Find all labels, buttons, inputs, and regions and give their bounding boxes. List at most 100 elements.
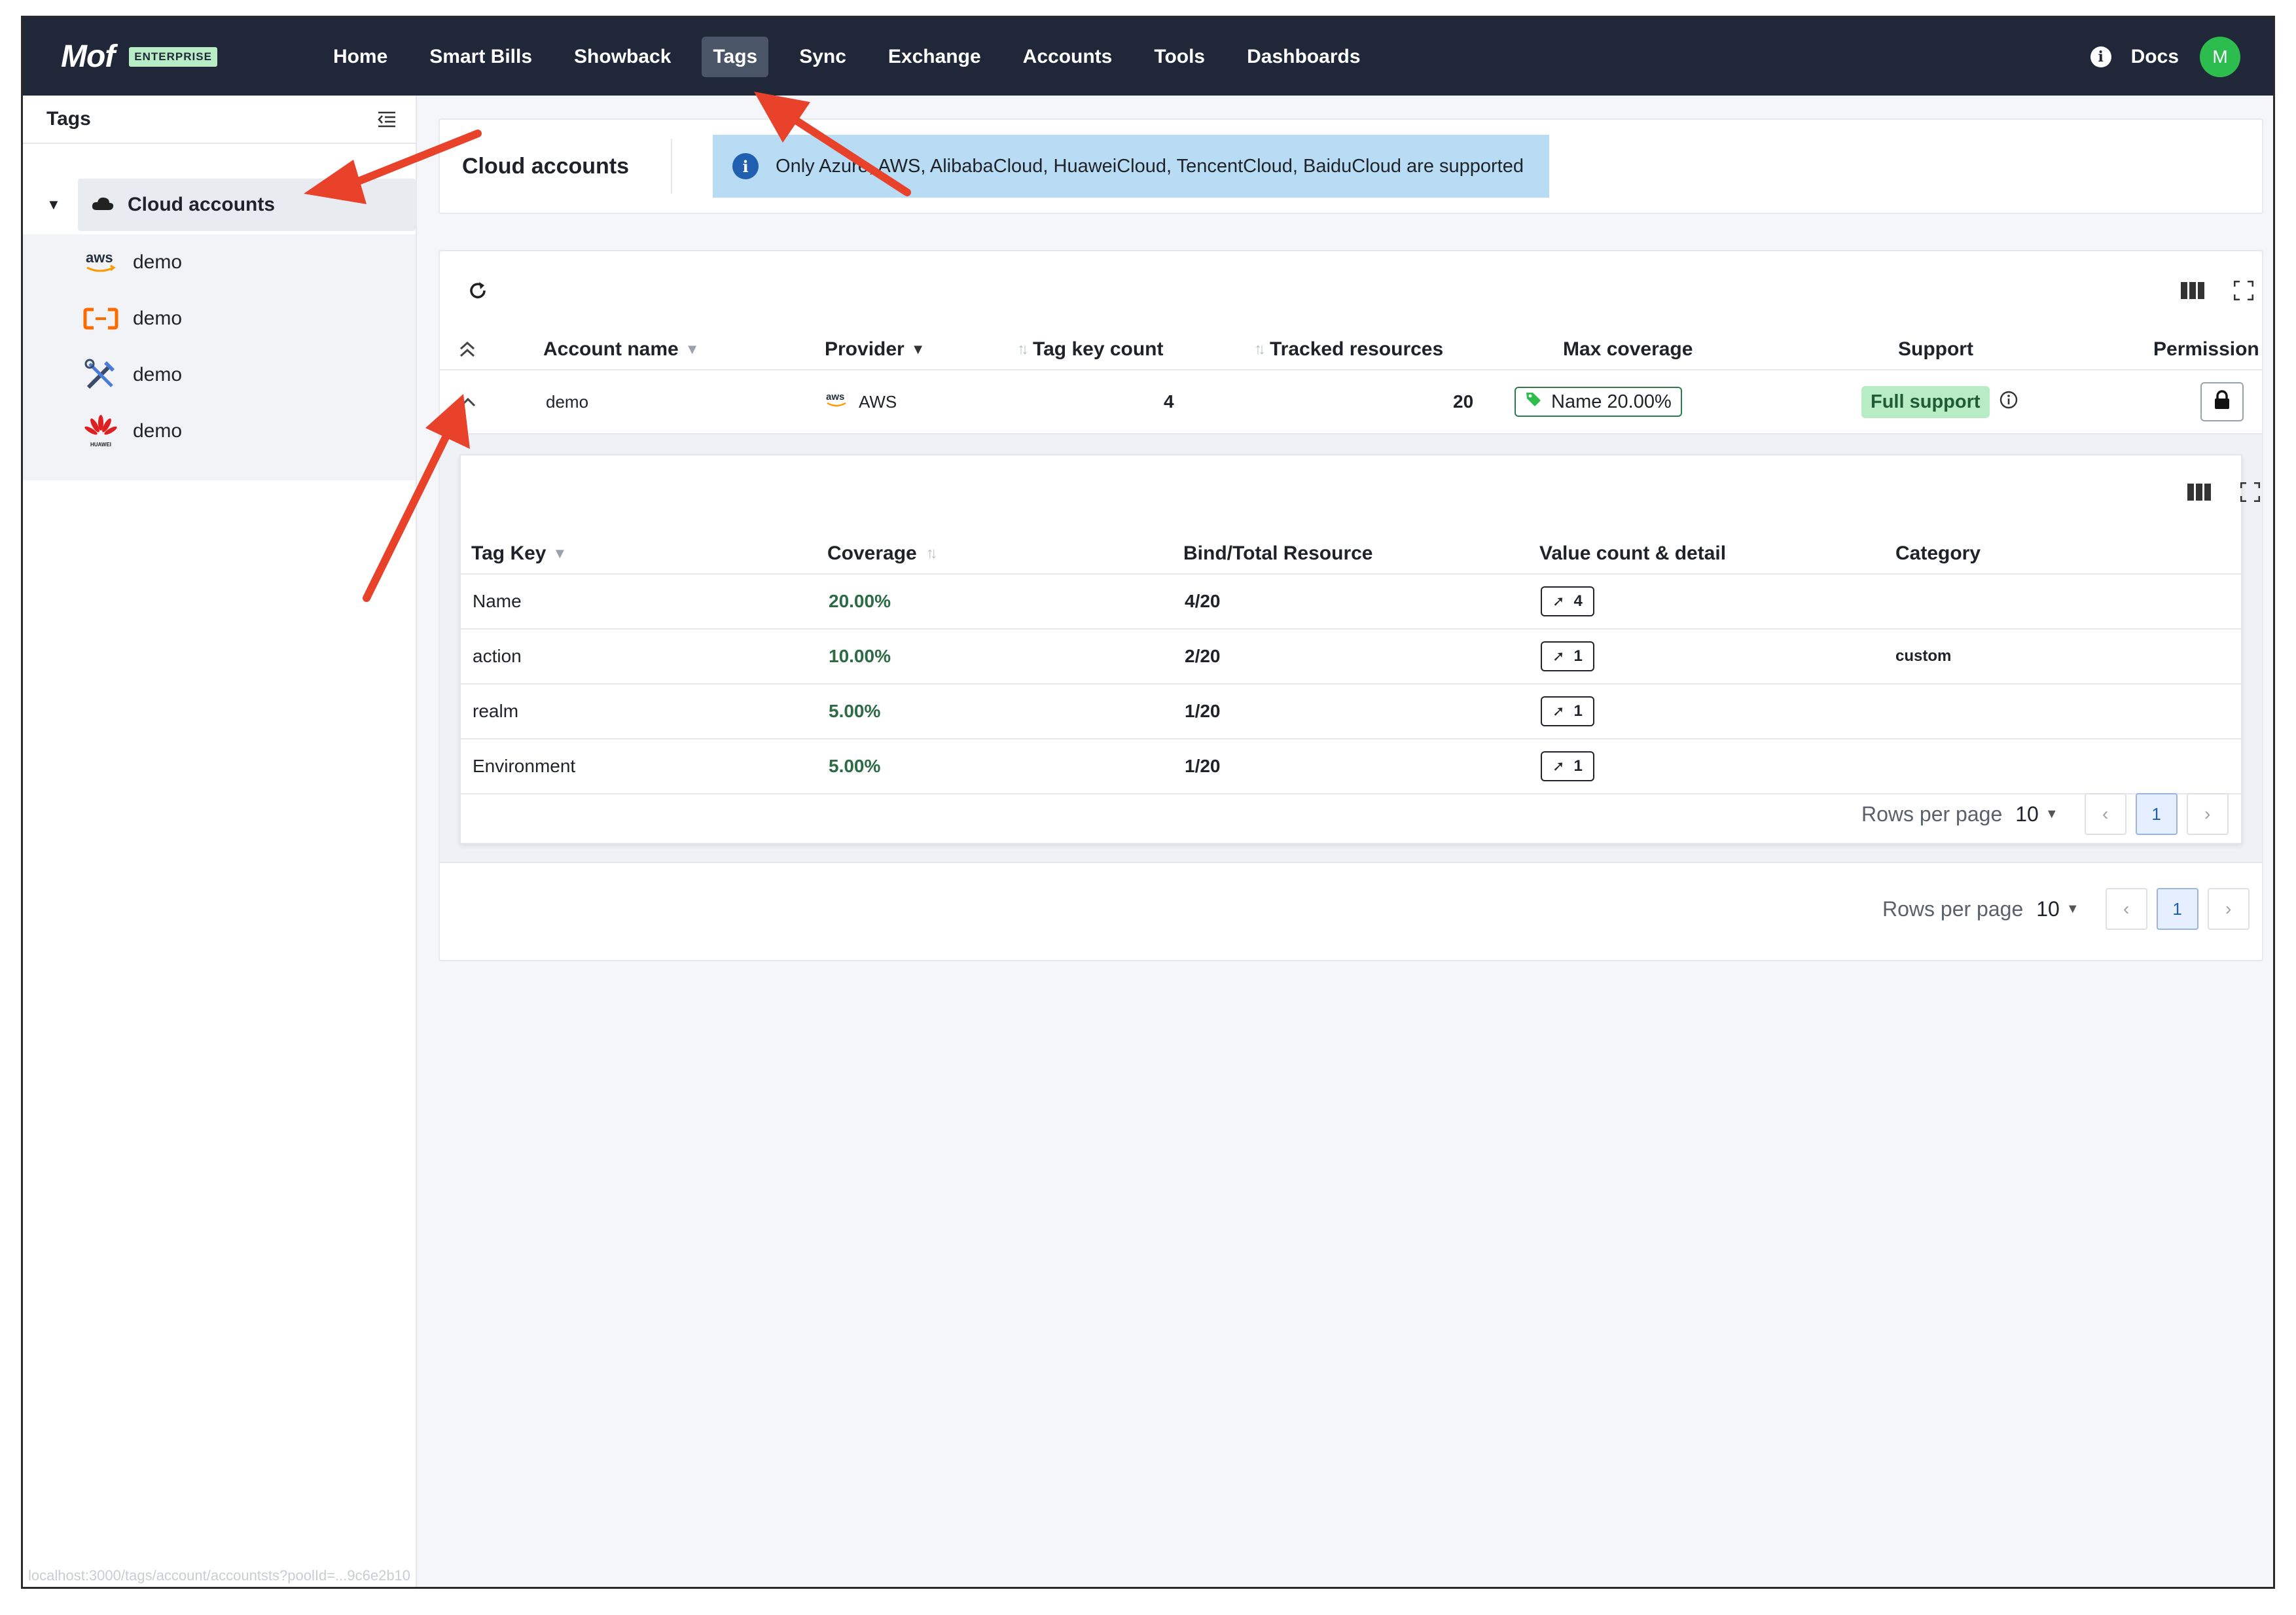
column-header-permission: Permission (2153, 330, 2259, 369)
columns-icon[interactable] (2185, 478, 2214, 506)
page-button-current[interactable]: 1 (2156, 888, 2198, 930)
category-cell: custom (1895, 647, 1952, 665)
sort-icon[interactable]: ↑↓ (1254, 340, 1266, 359)
caret-down-icon: ▼ (2066, 901, 2079, 916)
coverage-cell: 5.00% (829, 756, 881, 776)
column-header-tracked-resources[interactable]: ↑↓ Tracked resources (1254, 330, 1443, 369)
brand[interactable]: Mof ENTERPRISE (61, 39, 217, 75)
rows-per-page-select[interactable]: 10 ▼ (2036, 897, 2079, 921)
column-header-max-coverage: Max coverage (1563, 330, 1693, 369)
coverage-cell: 10.00% (829, 646, 891, 666)
info-outline-icon[interactable] (1999, 390, 2018, 414)
info-icon: i (732, 153, 759, 179)
tree-item-account[interactable]: demo (23, 291, 416, 347)
fullscreen-icon[interactable] (2229, 276, 2258, 305)
aws-logo-icon: aws (82, 243, 120, 281)
filter-icon[interactable]: ▼ (552, 545, 567, 562)
next-page-button[interactable]: › (2186, 793, 2229, 835)
fullscreen-icon[interactable] (2236, 478, 2265, 506)
nav-item-tags[interactable]: Tags (702, 36, 769, 77)
cloud-icon (91, 196, 115, 215)
column-label: Bind/Total Resource (1183, 542, 1373, 564)
next-page-button[interactable]: › (2207, 888, 2250, 930)
column-label: Tag key count (1033, 338, 1164, 360)
prev-page-button[interactable]: ‹ (2084, 793, 2126, 835)
value-count-button[interactable]: ➚ 1 (1541, 641, 1594, 671)
table-row[interactable]: action 10.00% 2/20 ➚ 1 custom (461, 630, 2241, 684)
tag-key-cell: Environment (473, 756, 576, 776)
accounts-table-footer: Rows per page 10 ▼ ‹ 1 › (440, 862, 2262, 963)
prev-page-button[interactable]: ‹ (2105, 888, 2147, 930)
column-header-provider[interactable]: Provider ▼ (825, 330, 925, 369)
bind-total-cell: 1/20 (1185, 701, 1221, 721)
column-header-account-name[interactable]: Account name ▼ (543, 330, 700, 369)
page-button-current[interactable]: 1 (2135, 793, 2178, 835)
nav-item-accounts[interactable]: Accounts (1012, 37, 1124, 77)
value-count-cell: ➚ 1 (1541, 739, 1594, 793)
table-row[interactable]: Name 20.00% 4/20 ➚ 4 (461, 575, 2241, 630)
value-count: 4 (1573, 592, 1583, 610)
nav-item-showback[interactable]: Showback (563, 37, 682, 77)
value-count-button[interactable]: ➚ 1 (1541, 696, 1594, 726)
value-count-button[interactable]: ➚ 4 (1541, 586, 1594, 616)
docs-link[interactable]: Docs (2131, 46, 2179, 68)
edition-badge: ENTERPRISE (129, 46, 217, 67)
filter-icon[interactable]: ▼ (685, 341, 700, 358)
nav-item-dashboards[interactable]: Dashboards (1236, 37, 1371, 77)
column-label: Support (1898, 338, 1973, 360)
collapse-sidebar-icon[interactable] (376, 109, 397, 130)
table-row[interactable]: Environment 5.00% 1/20 ➚ 1 (461, 739, 2241, 794)
column-header-value-count: Value count & detail (1539, 534, 1726, 573)
refresh-icon[interactable] (463, 276, 492, 305)
value-count-button[interactable]: ➚ 1 (1541, 751, 1594, 781)
nav-item-home[interactable]: Home (322, 37, 399, 77)
nav-item-exchange[interactable]: Exchange (877, 37, 992, 77)
nav-item-tools[interactable]: Tools (1143, 37, 1216, 77)
column-label: Account name (543, 338, 679, 360)
sidebar: Tags ▼ Cloud accounts aws demo demo demo… (23, 96, 417, 1587)
collapse-row-icon[interactable] (459, 370, 476, 433)
table-row[interactable]: realm 5.00% 1/20 ➚ 1 (461, 684, 2241, 739)
provider-cell: aws AWS (825, 370, 897, 433)
column-header-tag-key-count[interactable]: ↑↓ Tag key count (1017, 330, 1163, 369)
alibabacloud-logo-icon (82, 300, 120, 338)
sort-icon[interactable]: ↑↓ (926, 544, 938, 563)
max-coverage-chip[interactable]: Name 20.00% (1515, 387, 1682, 417)
tree-item-cloud-accounts[interactable]: ▼ Cloud accounts (46, 179, 416, 231)
page-header: Cloud accounts i Only Azure, AWS, Alibab… (439, 118, 2263, 214)
collapse-all-icon[interactable] (458, 330, 476, 369)
support-badge: Full support (1861, 385, 1990, 418)
tree-item-account[interactable]: aws demo (23, 234, 416, 291)
columns-icon[interactable] (2178, 276, 2207, 305)
account-label: demo (133, 308, 183, 329)
info-icon[interactable]: i (2090, 46, 2111, 67)
nav-item-smart-bills[interactable]: Smart Bills (418, 37, 543, 77)
cloud-accounts-node[interactable]: Cloud accounts (78, 179, 416, 231)
tree-item-account[interactable]: demo (23, 347, 416, 403)
column-label: Tag Key (471, 542, 547, 564)
sort-icon[interactable]: ↑↓ (1017, 340, 1029, 359)
caret-down-icon: ▼ (2045, 806, 2058, 821)
tree-children: aws demo demo demo HUAWEI demo (23, 234, 416, 480)
rows-per-page-select[interactable]: 10 ▼ (2015, 802, 2058, 826)
status-bar-url: localhost:3000/tags/account/accountsts?p… (28, 1567, 411, 1584)
caret-down-icon[interactable]: ▼ (46, 196, 70, 213)
accounts-table-header: Account name ▼ Provider ▼ ↑↓ Tag key cou… (440, 330, 2262, 370)
huawei-logo-icon: HUAWEI (82, 412, 120, 450)
tree-item-account[interactable]: HUAWEI demo (23, 403, 416, 459)
nav-item-sync[interactable]: Sync (788, 37, 857, 77)
account-label: demo (133, 420, 183, 442)
support-info-alert: i Only Azure, AWS, AlibabaCloud, HuaweiC… (713, 135, 1550, 198)
column-header-tag-key[interactable]: Tag Key ▼ (471, 534, 567, 573)
permission-button[interactable] (2200, 382, 2244, 421)
column-label: Provider (825, 338, 905, 360)
value-count: 1 (1573, 702, 1583, 720)
bind-total-cell: 1/20 (1185, 756, 1221, 776)
user-avatar[interactable]: M (2200, 36, 2240, 77)
column-header-coverage[interactable]: Coverage ↑↓ (827, 534, 942, 573)
brand-logo[interactable]: Mof (61, 39, 115, 75)
filter-active-icon[interactable]: ▼ (911, 341, 925, 358)
bind-total-cell: 2/20 (1185, 646, 1221, 666)
account-label: demo (133, 251, 183, 273)
table-row[interactable]: demo aws AWS 4 20 Name 20.00% Full suppo… (440, 370, 2262, 435)
